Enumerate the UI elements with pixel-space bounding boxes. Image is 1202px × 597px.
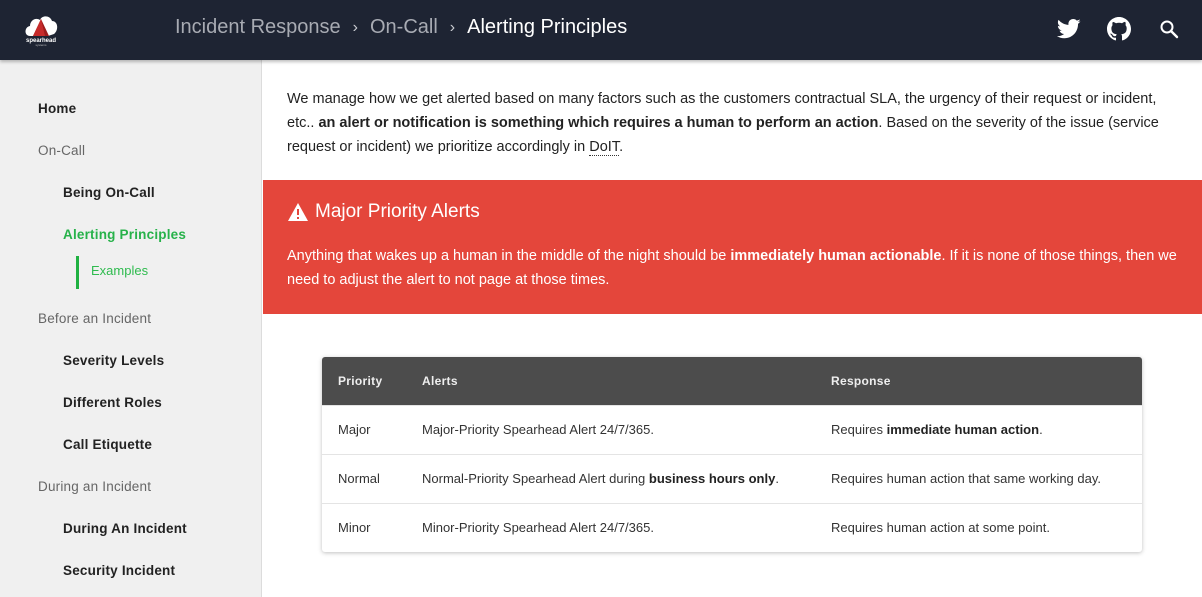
sidebar-item-being-on-call[interactable]: Being On-Call (63, 185, 155, 200)
table-row: Major Major-Priority Spearhead Alert 24/… (322, 404, 1142, 454)
search-icon[interactable] (1156, 16, 1182, 42)
logo-subtext: systems (35, 43, 47, 47)
sidebar-item-call-etiquette[interactable]: Call Etiquette (63, 437, 152, 452)
intro-text: . (619, 139, 624, 155)
breadcrumb-incident-response[interactable]: Incident Response (175, 16, 341, 39)
major-priority-alert-box: Major Priority Alerts Anything that wake… (263, 180, 1202, 314)
breadcrumb-current: Alerting Principles (467, 16, 628, 38)
cell-text: . (1039, 422, 1043, 437)
cell-alerts: Minor-Priority Spearhead Alert 24/7/365. (422, 502, 831, 552)
sidebar-item-severity-levels[interactable]: Severity Levels (63, 353, 164, 368)
cell-priority: Normal (322, 453, 422, 503)
cell-response: Requires human action at some point. (831, 502, 1142, 552)
sidebar-nav: Home On-Call Being On-Call Alerting Prin… (0, 60, 262, 597)
cell-text: Requires human action that same working … (831, 471, 1102, 486)
column-header-priority: Priority (338, 373, 383, 388)
alert-body: Anything that wakes up a human in the mi… (287, 244, 1177, 292)
breadcrumb-separator: › (352, 18, 358, 36)
sidebar-item-alerting-principles[interactable]: Alerting Principles (63, 227, 186, 242)
sidebar-subitem-examples[interactable]: Examples (76, 256, 256, 289)
header-icon-group (1056, 16, 1182, 42)
cell-text: Requires human action at some point. (831, 520, 1050, 536)
sidebar-item-during-an-incident[interactable]: During An Incident (63, 521, 187, 536)
main-content: We manage how we get alerted based on ma… (263, 60, 1202, 597)
doit-link[interactable]: DoIT (589, 139, 620, 156)
breadcrumb: Incident Response › On-Call › Alerting P… (175, 16, 627, 39)
warning-icon (288, 203, 308, 221)
cell-priority: Major (322, 404, 422, 454)
cell-bold-text: immediate human action (886, 422, 1040, 437)
table-row: Normal Normal-Priority Spearhead Alert d… (322, 453, 1142, 503)
alert-bold-text: immediately human actionable (730, 248, 942, 264)
breadcrumb-on-call[interactable]: On-Call (370, 16, 438, 39)
logo-cloud-icon (25, 16, 58, 36)
intro-paragraph: We manage how we get alerted based on ma… (287, 87, 1187, 159)
column-header-response: Response (831, 373, 891, 388)
priority-table: Priority Alerts Response Major Major-Pri… (322, 357, 1142, 552)
priority-table-container: Priority Alerts Response Major Major-Pri… (322, 357, 1142, 552)
sidebar-subitem-examples-label[interactable]: Examples (91, 263, 148, 278)
top-navbar: spearhead systems Incident Response › On… (0, 0, 1202, 60)
breadcrumb-separator: › (449, 18, 456, 36)
cell-bold-text: business hours only (648, 471, 776, 486)
cell-text: Normal-Priority Spearhead Alert during (422, 471, 649, 486)
cell-response: Requires human action that same working … (831, 453, 1142, 503)
cell-response: Requires immediate human action. (831, 404, 1142, 454)
sidebar-section-on-call[interactable]: On-Call (38, 143, 85, 158)
cell-text: Major-Priority Spearhead Alert 24/7/365. (422, 422, 654, 437)
cell-priority: Minor (322, 502, 422, 552)
cell-text: Minor-Priority Spearhead Alert 24/7/365. (422, 520, 654, 536)
sidebar-item-different-roles[interactable]: Different Roles (63, 395, 162, 410)
cell-alerts: Normal-Priority Spearhead Alert during b… (422, 453, 831, 503)
alert-title: Major Priority Alerts (287, 201, 480, 223)
twitter-icon[interactable] (1056, 16, 1082, 42)
cell-alerts: Major-Priority Spearhead Alert 24/7/365. (422, 404, 831, 454)
alert-text: Anything that wakes up a human in the mi… (287, 248, 731, 264)
sidebar-item-security-incident[interactable]: Security Incident (63, 563, 175, 578)
sidebar-item-home[interactable]: Home (38, 101, 76, 116)
table-header-row: Priority Alerts Response (322, 357, 1142, 405)
spearhead-logo[interactable]: spearhead systems (22, 12, 60, 50)
cell-text: . (775, 471, 779, 486)
sidebar-section-during-an-incident[interactable]: During an Incident (38, 479, 151, 494)
alert-title-text: Major Priority Alerts (315, 201, 480, 222)
sidebar-section-before-an-incident[interactable]: Before an Incident (38, 311, 151, 326)
cell-text: Requires (831, 422, 887, 437)
table-row: Minor Minor-Priority Spearhead Alert 24/… (322, 502, 1142, 552)
github-icon[interactable] (1106, 16, 1132, 42)
column-header-alerts: Alerts (422, 373, 458, 388)
intro-bold-text: an alert or notification is something wh… (318, 115, 879, 131)
